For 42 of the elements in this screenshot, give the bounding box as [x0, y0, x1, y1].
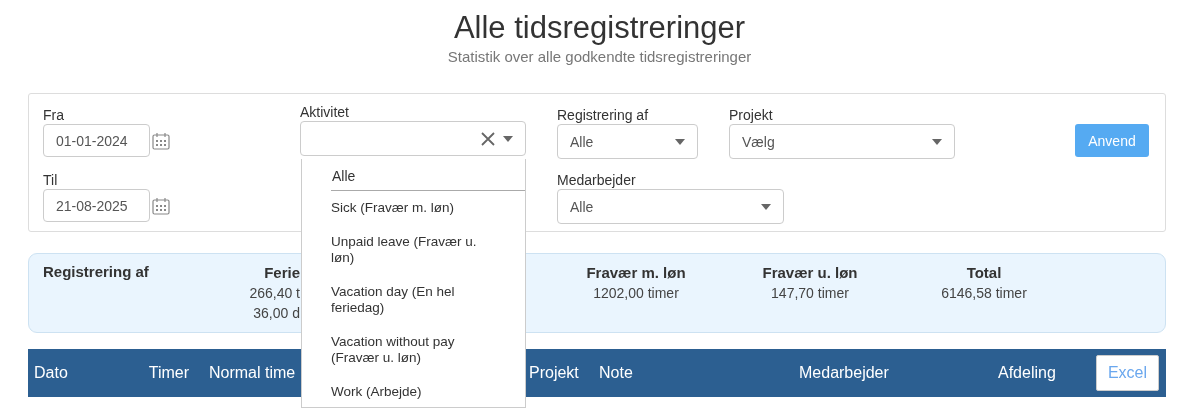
field-label: Fra: [43, 107, 64, 124]
field-label: Registrering af: [557, 107, 649, 124]
caret-icon: [503, 135, 513, 142]
registration-select[interactable]: Alle: [557, 124, 698, 159]
column-header: Note: [599, 364, 633, 382]
caret-icon: [675, 138, 685, 145]
column-header: Normal time: [209, 364, 296, 382]
field-label: Medarbejder: [557, 172, 636, 189]
dropdown-option[interactable]: Vacation day (En hel feriedag): [330, 275, 506, 325]
summary-label: Registrering af: [43, 263, 150, 280]
stat-title: Ferie: [264, 263, 300, 283]
calendar-icon[interactable]: [152, 131, 170, 150]
dropdown-option[interactable]: Sick (Fravær m. løn): [330, 191, 506, 225]
stat-value: 147,70 timer: [771, 284, 849, 303]
field-label: Projekt: [729, 107, 773, 124]
stat-value: 36,00 d: [253, 304, 300, 323]
calendar-icon[interactable]: [152, 196, 170, 215]
employee-select[interactable]: Alle: [557, 189, 784, 224]
column-header: Medarbejder: [799, 364, 889, 382]
dropdown-option[interactable]: Work (Arbejde): [330, 375, 506, 409]
stat-title: Total: [966, 263, 1002, 283]
column-header: Afdeling: [998, 364, 1056, 382]
stat-value: 1202,00 timer: [593, 284, 679, 303]
dropdown-option[interactable]: Unpaid leave (Fravær u. løn): [330, 225, 506, 275]
column-header: Timer: [148, 364, 189, 382]
stat-title: Fravær u. løn: [762, 263, 858, 283]
clear-icon[interactable]: [481, 132, 495, 146]
field-label: Aktivitet: [300, 104, 349, 121]
stat-value: 6146,58 timer: [941, 284, 1027, 303]
date-field[interactable]: 01-01-2024: [43, 124, 150, 157]
project-select[interactable]: Vælg: [729, 124, 955, 159]
page-title: Alle tidsregistreringer: [452, 9, 747, 46]
field-label: Til: [43, 172, 58, 189]
date-field[interactable]: 21-08-2025: [43, 189, 150, 222]
caret-icon: [932, 138, 942, 145]
stat-value: 266,40 t: [249, 284, 300, 303]
dropdown-option[interactable]: Vacation without pay (Fravær u. løn): [330, 325, 506, 375]
page-subtitle: Statistik over alle godkendte tidsregistreringer: [446, 48, 753, 65]
column-header: Dato: [34, 364, 68, 382]
column-header: Projekt: [529, 364, 579, 382]
stat-title: Fravær m. løn: [586, 263, 686, 283]
caret-icon: [761, 203, 771, 210]
